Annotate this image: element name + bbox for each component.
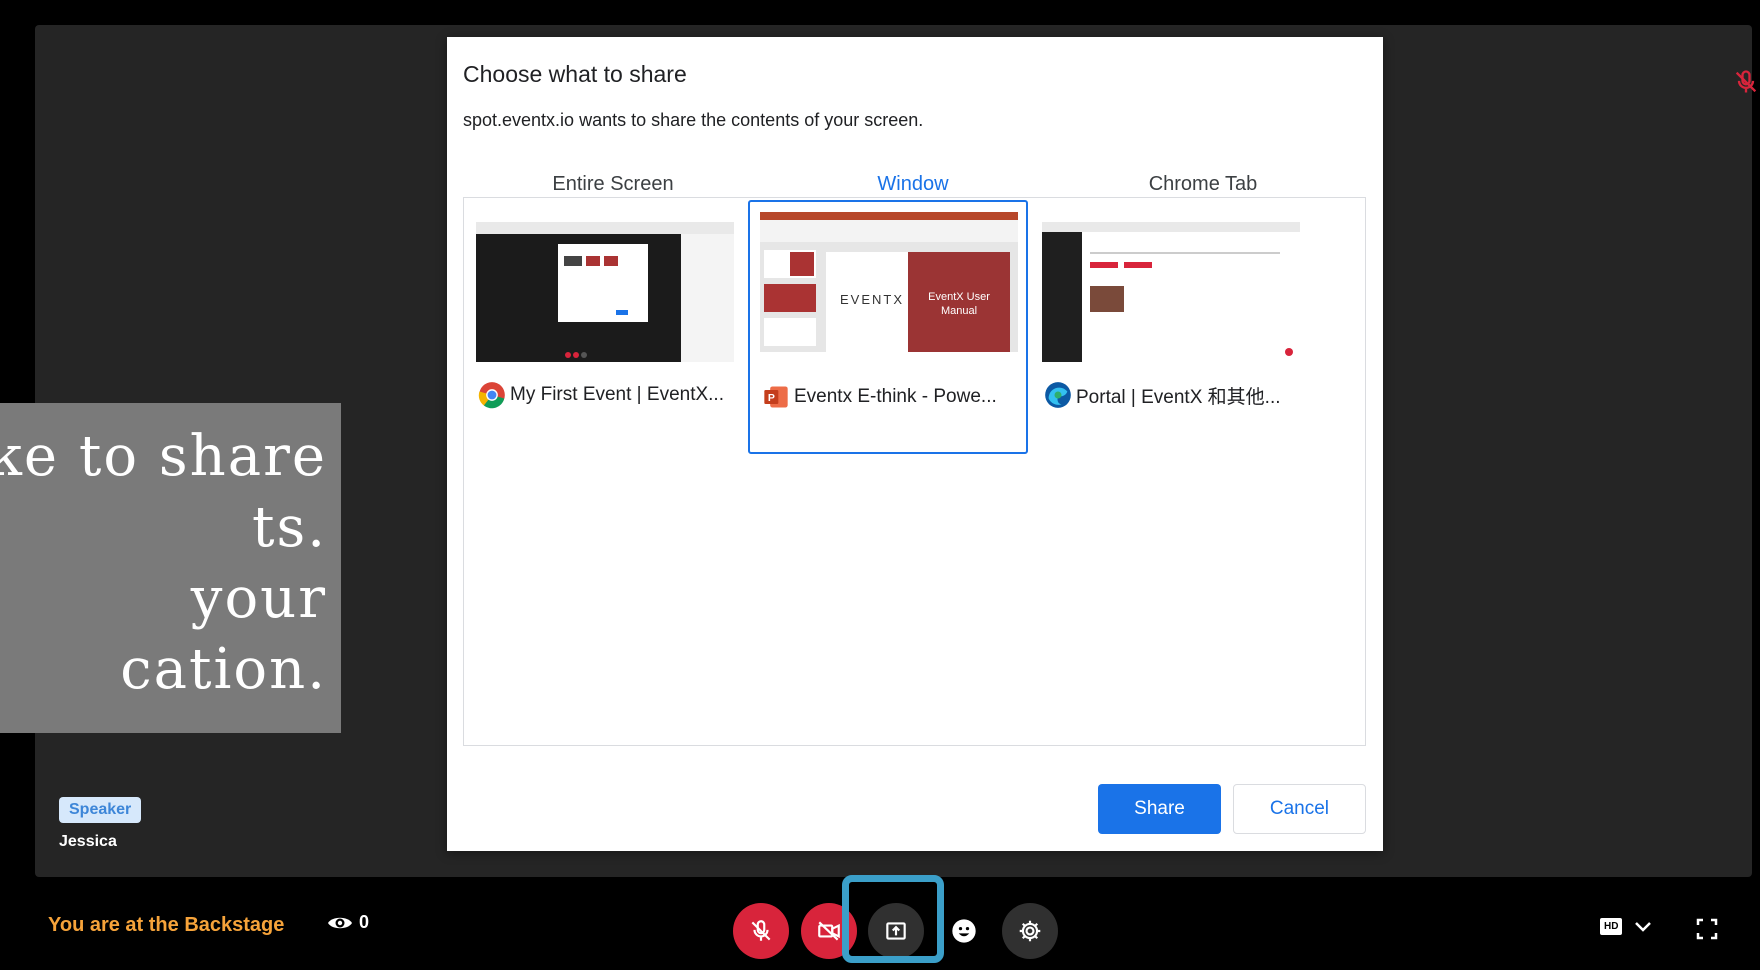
window-thumbnail <box>1042 222 1300 362</box>
instruction-line: your <box>171 566 327 631</box>
powerpoint-icon: P <box>764 386 788 408</box>
window-label: P Eventx E-think - Powe... <box>762 382 1020 412</box>
slide-title: EventX User Manual <box>928 291 990 317</box>
reactions-button[interactable] <box>936 903 992 959</box>
camera-off-icon <box>818 921 840 941</box>
share-button-highlight <box>842 875 944 963</box>
backstage-status: You are at the Backstage <box>48 914 285 936</box>
speaker-badge: Speaker <box>59 797 142 823</box>
quality-selector[interactable]: HD <box>1600 918 1652 935</box>
svg-text:P: P <box>768 392 775 404</box>
window-list: My First Event | EventX... EVENTX EventX… <box>463 197 1366 746</box>
instruction-line: ts. <box>251 495 327 560</box>
window-title: Eventx E-think - Powe... <box>794 386 997 407</box>
settings-button[interactable] <box>1002 903 1058 959</box>
muted-mic-icon <box>751 920 771 941</box>
slide-logo: EVENTX <box>840 292 905 307</box>
dialog-buttons: Share Cancel <box>1098 784 1366 834</box>
window-option-powerpoint[interactable]: EVENTX EventX User Manual P Eventx E-thi… <box>748 200 1028 454</box>
window-title: Portal | EventX 和其他... <box>1076 386 1281 408</box>
emoji-icon <box>952 919 976 943</box>
bottom-toolbar: You are at the Backstage 0 HD <box>0 875 1760 970</box>
instruction-line: cation. <box>120 637 327 702</box>
instruction-text: ke to share ts. your cation. <box>0 421 327 705</box>
hd-badge: HD <box>1600 918 1623 935</box>
edge-icon <box>1045 382 1071 408</box>
eye-icon <box>328 917 352 928</box>
cancel-button[interactable]: Cancel <box>1232 784 1366 834</box>
window-thumbnail <box>476 222 734 362</box>
window-label: My First Event | EventX... <box>478 380 736 410</box>
gear-icon <box>1019 920 1041 942</box>
fullscreen-button[interactable] <box>1696 918 1718 945</box>
viewer-count-value: 0 <box>359 912 370 932</box>
mute-mic-button[interactable] <box>733 903 789 959</box>
muted-mic-icon <box>1735 70 1757 93</box>
share-dialog: Choose what to share spot.eventx.io want… <box>447 37 1383 851</box>
window-title: My First Event | EventX... <box>510 384 724 405</box>
chevron-down-icon <box>1635 921 1652 932</box>
dialog-title: Choose what to share <box>463 61 687 87</box>
window-option-my-first-event[interactable]: My First Event | EventX... <box>464 198 740 448</box>
chrome-icon <box>478 382 505 409</box>
speaker-name: Jessica <box>59 833 117 850</box>
window-label: Portal | EventX 和其他... <box>1044 380 1302 410</box>
instruction-line: ke to share <box>0 424 327 489</box>
viewer-count: 0 <box>327 912 369 933</box>
window-thumbnail: EVENTX EventX User Manual <box>760 212 1018 352</box>
window-option-portal[interactable]: Portal | EventX 和其他... <box>1030 198 1306 448</box>
instruction-overlay: ke to share ts. your cation. <box>0 403 341 733</box>
fullscreen-icon <box>1696 918 1718 940</box>
share-button[interactable]: Share <box>1098 784 1221 834</box>
dialog-subtitle: spot.eventx.io wants to share the conten… <box>463 110 924 130</box>
